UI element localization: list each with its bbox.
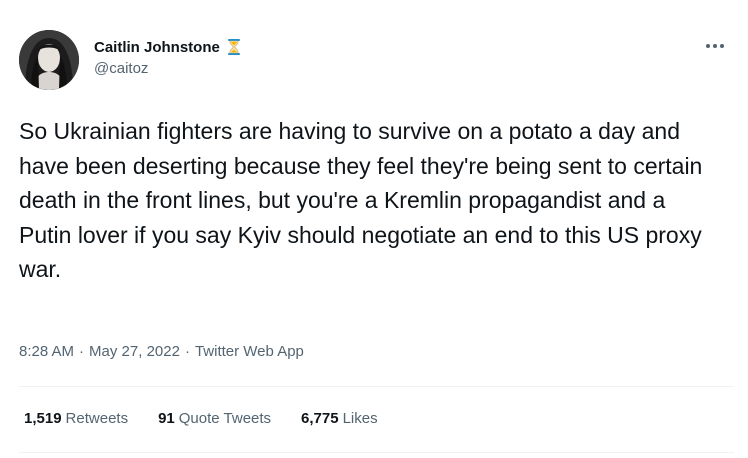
likes-stat[interactable]: 6,775 Likes bbox=[296, 410, 378, 427]
divider bbox=[19, 452, 734, 453]
handle[interactable]: @caitoz bbox=[94, 60, 242, 77]
tweet-metadata: 8:28 AM · May 27, 2022 · Twitter Web App bbox=[19, 343, 304, 360]
more-icon bbox=[706, 44, 724, 48]
likes-label: Likes bbox=[342, 410, 378, 427]
tweet-text: So Ukrainian fighters are having to surv… bbox=[19, 118, 703, 283]
display-name-row: Caitlin Johnstone bbox=[94, 36, 242, 58]
tweet-source[interactable]: Twitter Web App bbox=[195, 343, 304, 360]
avatar[interactable] bbox=[19, 30, 79, 90]
quote-tweets-count: 91 bbox=[158, 410, 175, 427]
more-options-button[interactable] bbox=[698, 36, 732, 56]
retweets-label: Retweets bbox=[65, 410, 129, 427]
likes-count: 6,775 bbox=[301, 410, 339, 427]
quote-tweets-label: Quote Tweets bbox=[178, 410, 272, 427]
author-info: Caitlin Johnstone @caitoz bbox=[94, 36, 242, 77]
engagement-stats: 1,519 Retweets 91 Quote Tweets 6,775 Lik… bbox=[19, 410, 403, 427]
separator: · bbox=[184, 343, 190, 360]
divider bbox=[19, 386, 734, 387]
retweets-count: 1,519 bbox=[24, 410, 62, 427]
tweet-date[interactable]: May 27, 2022 bbox=[89, 343, 180, 360]
avatar-image bbox=[19, 30, 79, 90]
display-name[interactable]: Caitlin Johnstone bbox=[94, 39, 220, 56]
quote-tweets-stat[interactable]: 91 Quote Tweets bbox=[153, 410, 271, 427]
retweets-stat[interactable]: 1,519 Retweets bbox=[19, 410, 128, 427]
tweet-card: Caitlin Johnstone @caitoz So Ukrainian f… bbox=[0, 0, 748, 458]
hourglass-icon bbox=[226, 38, 242, 56]
separator: · bbox=[79, 343, 85, 360]
tweet-time[interactable]: 8:28 AM bbox=[19, 343, 74, 360]
